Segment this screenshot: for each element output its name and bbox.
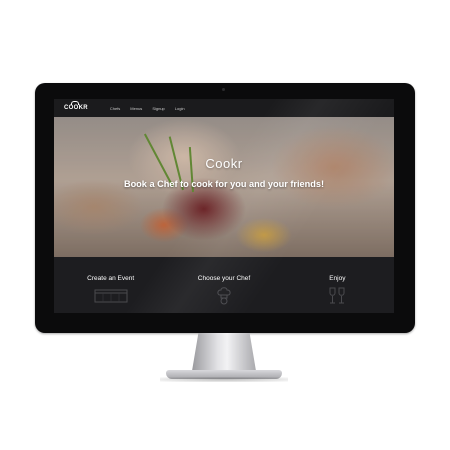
feature-create-event: Create an Event [54, 257, 167, 313]
feature-label: Choose your Chef [197, 275, 251, 282]
hero-title: Cookr [205, 156, 243, 171]
feature-label: Create an Event [87, 275, 135, 282]
wine-glasses-icon [329, 287, 345, 304]
logo-text: COOKR [64, 105, 88, 111]
feature-choose-chef: Choose your Chef [167, 257, 280, 313]
chef-hat-logo-icon [71, 101, 79, 105]
nav-link-signup[interactable]: Signup [152, 106, 164, 111]
feature-label: Enjoy [329, 275, 346, 282]
nav-link-login[interactable]: Login [175, 106, 185, 111]
nav-link-chefs[interactable]: Chefs [110, 106, 120, 111]
monitor-screen: COOKR Chefs Menus Signup Login Cookr Boo… [54, 99, 394, 313]
scene: COOKR Chefs Menus Signup Login Cookr Boo… [0, 0, 450, 450]
logo[interactable]: COOKR [64, 101, 88, 111]
nav-link-menus[interactable]: Menus [130, 106, 142, 111]
feature-enjoy: Enjoy [281, 257, 394, 313]
hero-section: Cookr Book a Chef to cook for you and yo… [54, 117, 394, 257]
webcam-icon [222, 88, 225, 91]
monitor-stand-shadow [160, 377, 288, 382]
nav-links: Chefs Menus Signup Login [110, 106, 185, 111]
hero-subtitle: Book a Chef to cook for you and your fri… [123, 179, 325, 189]
monitor-stand-neck [192, 333, 256, 371]
chef-hat-icon [217, 287, 231, 305]
navbar: COOKR Chefs Menus Signup Login [54, 99, 394, 117]
features-section: Create an Event Choose your Chef Enjoy [54, 257, 394, 313]
calendar-icon [94, 289, 128, 303]
